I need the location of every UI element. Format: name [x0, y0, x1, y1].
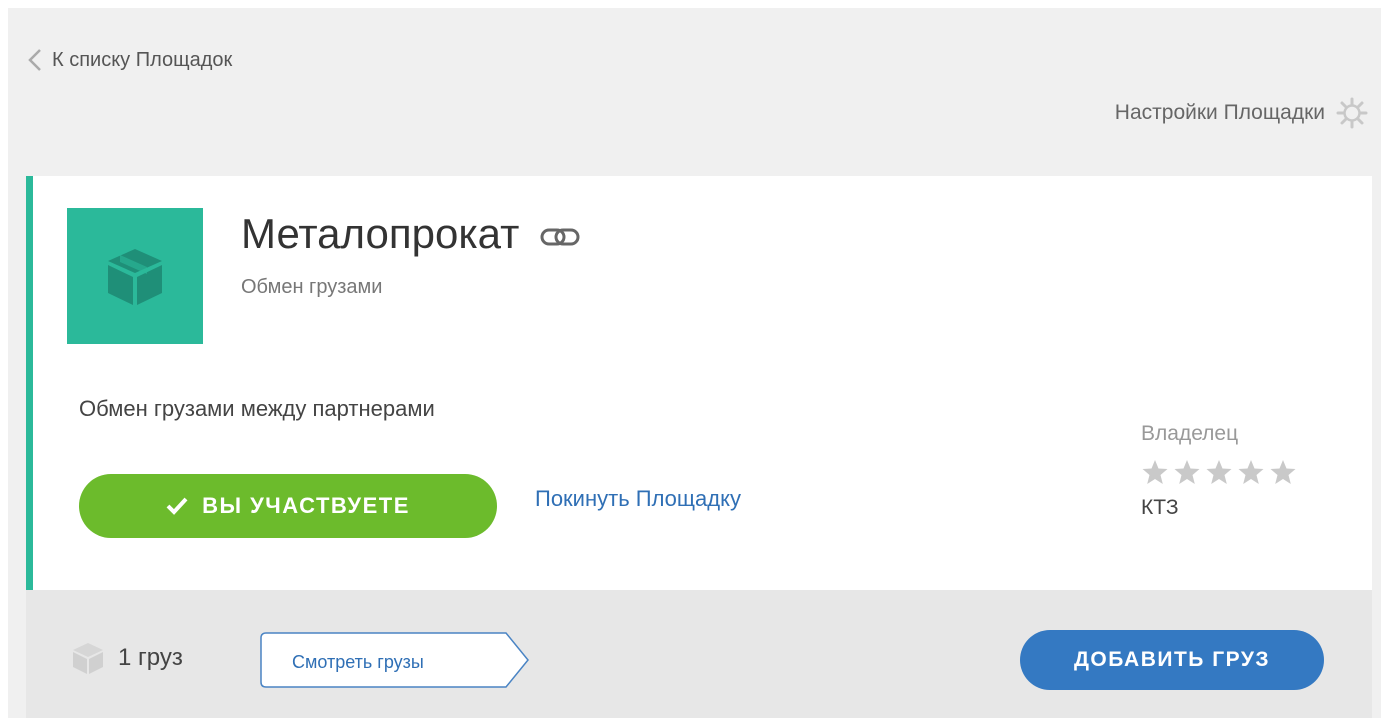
view-cargo-label: Смотреть грузы	[292, 652, 424, 672]
settings-label: Настройки Площадки	[1114, 101, 1325, 124]
box-icon	[73, 643, 103, 674]
page: К списку Площадок Настройки Площадки Мет…	[8, 8, 1381, 718]
platform-description: Обмен грузами между партнерами	[79, 396, 435, 421]
owner-name[interactable]: КТЗ	[1141, 496, 1297, 520]
platform-card: Металопрокат Обмен грузами Обмен грузами…	[26, 176, 1372, 590]
add-cargo-button[interactable]: ДОБАВИТЬ ГРУЗ	[1020, 630, 1324, 690]
star-icon	[1174, 460, 1200, 484]
back-to-list-link[interactable]: К списку Площадок	[28, 48, 232, 72]
platform-settings-link[interactable]: Настройки Площадки	[1115, 96, 1369, 130]
view-cargo-button[interactable]: Смотреть грузы	[260, 632, 530, 688]
participating-button[interactable]: ВЫ УЧАСТВУЕТЕ	[79, 474, 497, 538]
participating-label: ВЫ УЧАСТВУЕТЕ	[202, 493, 410, 518]
box-icon	[108, 249, 162, 305]
card-footer: 1 груз Смотреть грузы ДОБАВИТЬ ГРУЗ	[26, 590, 1372, 718]
leave-platform-link[interactable]: Покинуть Площадку	[535, 486, 741, 512]
cargo-count-label: 1 груз	[118, 644, 183, 671]
checkmark-icon	[166, 497, 188, 515]
star-icon	[1238, 460, 1264, 484]
title-row: Металопрокат	[241, 210, 581, 258]
link-icon[interactable]	[539, 226, 581, 248]
star-icon	[1270, 460, 1296, 484]
platform-title: Металопрокат	[241, 210, 520, 257]
platform-thumbnail	[67, 208, 203, 344]
chevron-left-icon	[28, 49, 41, 71]
platform-subtitle: Обмен грузами	[241, 276, 383, 298]
cargo-count: 1 груз	[70, 640, 183, 676]
rating-stars	[1141, 458, 1297, 486]
star-icon	[1142, 460, 1168, 484]
star-icon	[1206, 460, 1232, 484]
gear-icon	[1336, 97, 1368, 129]
back-link-label: К списку Площадок	[52, 48, 233, 71]
owner-label: Владелец	[1141, 422, 1239, 445]
owner-block: Владелец КТЗ	[1141, 422, 1297, 520]
